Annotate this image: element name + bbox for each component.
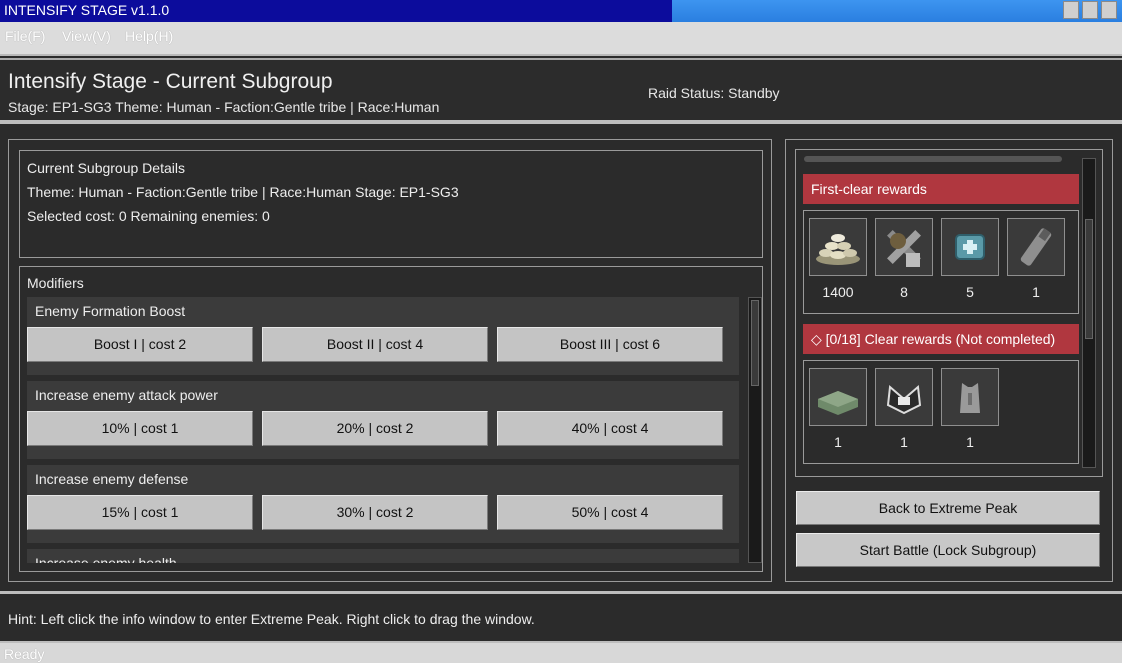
modifiers-panel: Modifiers Enemy Formation Boost Boost I … [19,266,763,572]
menu-help[interactable]: Help(H) [125,28,173,44]
crossed-weapons-icon[interactable] [875,218,933,276]
item-count: 1 [966,434,974,450]
medkit-icon[interactable] [941,218,999,276]
status-bar: Ready [0,641,1122,663]
hint-text: Hint: Left click the info window to ente… [8,611,535,627]
item-count: 1 [1032,284,1040,300]
modifier-option-button[interactable]: Boost III | cost 6 [497,327,723,362]
hint-bar: Hint: Left click the info window to ente… [0,591,1122,635]
subgroup-details: Current Subgroup Details Theme: Human - … [19,150,763,258]
first-clear-header: First-clear rewards [803,174,1079,204]
modifier-title: Increase enemy health [35,555,177,563]
maximize-button[interactable] [1082,1,1098,19]
item-count: 1 [900,434,908,450]
status-text: Ready [4,646,45,662]
first-clear-items: 1400 8 5 1 [803,210,1079,314]
details-heading: Current Subgroup Details [27,160,185,176]
modifier-option-button[interactable]: 20% | cost 2 [262,411,488,446]
subgroup-panel: Current Subgroup Details Theme: Human - … [8,139,772,582]
armor-plate-icon[interactable] [809,368,867,426]
menu-file[interactable]: File(F) [5,28,45,44]
item-count: 1400 [822,284,854,300]
scrollbar-thumb[interactable] [751,300,759,386]
modifier-option-button[interactable]: 30% | cost 2 [262,495,488,530]
helmet-icon[interactable] [875,368,933,426]
minimize-button[interactable] [1063,1,1079,19]
canister-icon[interactable] [1007,218,1065,276]
close-button[interactable] [1101,1,1117,19]
modifier-title: Enemy Formation Boost [35,303,186,319]
menu-bar: File(F) View(V) Help(H) [0,22,1122,56]
modifier-title: Increase enemy attack power [35,387,218,403]
details-theme: Theme: Human - Faction:Gentle tribe | Ra… [27,184,459,200]
menu-view[interactable]: View(V) [62,28,111,44]
page-title: Intensify Stage - Current Subgroup [8,70,333,93]
raid-status: Raid Status: Standby [648,85,780,101]
modifier-option-button[interactable]: 50% | cost 4 [497,495,723,530]
scrollbar-thumb[interactable] [1085,219,1093,339]
modifier-option-button[interactable]: 40% | cost 4 [497,411,723,446]
clear-reward-items: 1 1 1 [803,360,1079,464]
modifier-option-button[interactable]: 10% | cost 1 [27,411,253,446]
item-count: 8 [900,284,908,300]
vest-icon[interactable] [941,368,999,426]
modifier-group: Enemy Formation Boost Boost I | cost 2 B… [27,297,739,375]
modifier-title: Increase enemy defense [35,471,189,487]
horizontal-scrollbar[interactable] [804,156,1062,162]
coin-pile-icon[interactable] [809,218,867,276]
modifiers-scrollbar[interactable] [748,297,762,563]
clear-rewards-header[interactable]: ◇ [0/18] Clear rewards (Not completed) [803,324,1079,354]
start-battle-button[interactable]: Start Battle (Lock Subgroup) [796,533,1100,567]
main-area: Current Subgroup Details Theme: Human - … [0,130,1122,588]
back-to-extreme-peak-button[interactable]: Back to Extreme Peak [796,491,1100,525]
modifiers-list[interactable]: Enemy Formation Boost Boost I | cost 2 B… [27,297,739,563]
title-bar-gradient [672,0,1122,22]
modifier-group: Increase enemy attack power 10% | cost 1… [27,381,739,459]
modifiers-label: Modifiers [27,275,84,291]
info-header[interactable]: Intensify Stage - Current Subgroup Stage… [0,58,1122,124]
rewards-list[interactable]: First-clear rewards 1400 8 5 1 ◇ [0/18] … [795,149,1103,477]
modifier-group: Increase enemy health [27,549,739,563]
rewards-panel: First-clear rewards 1400 8 5 1 ◇ [0/18] … [785,139,1113,582]
item-count: 5 [966,284,974,300]
details-cost: Selected cost: 0 Remaining enemies: 0 [27,208,270,224]
window-title: INTENSIFY STAGE v1.1.0 [4,2,170,18]
item-count: 1 [834,434,842,450]
modifier-option-button[interactable]: Boost II | cost 4 [262,327,488,362]
stage-info: Stage: EP1-SG3 Theme: Human - Faction:Ge… [8,99,440,115]
modifier-option-button[interactable]: Boost I | cost 2 [27,327,253,362]
modifier-group: Increase enemy defense 15% | cost 1 30% … [27,465,739,543]
rewards-scrollbar[interactable] [1082,158,1096,468]
modifier-option-button[interactable]: 15% | cost 1 [27,495,253,530]
title-bar[interactable]: INTENSIFY STAGE v1.1.0 [0,0,1122,22]
